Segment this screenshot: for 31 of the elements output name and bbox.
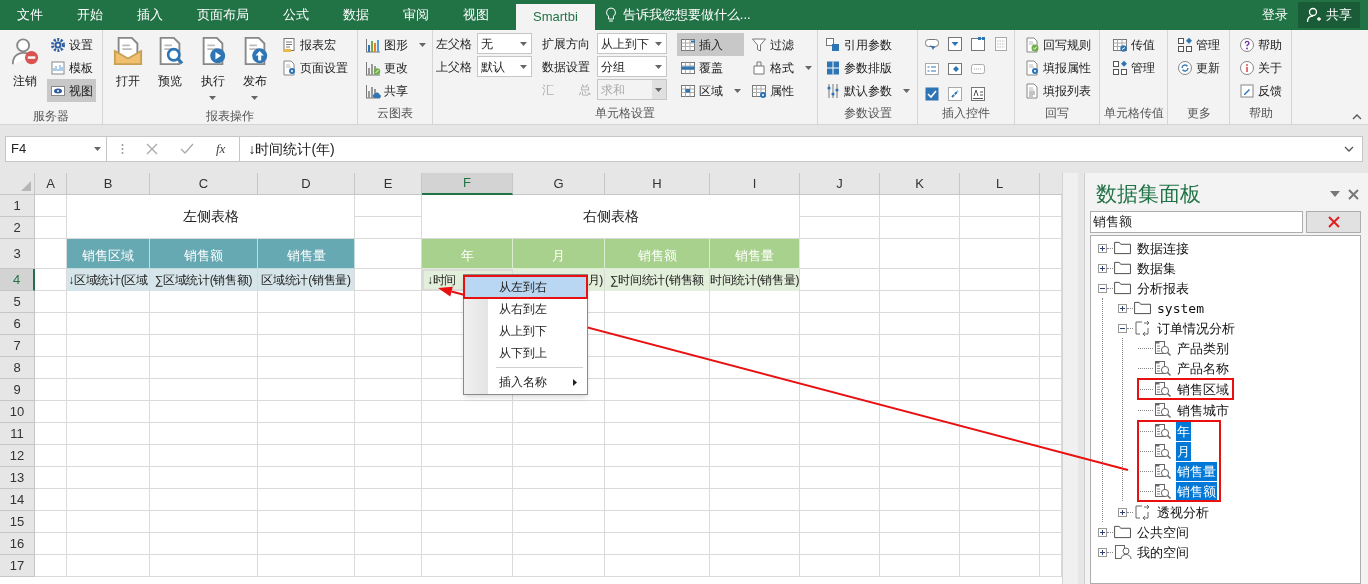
table-cell: ↓区域统计(区域 [67, 269, 150, 291]
field-label: 汇 总 [541, 81, 592, 99]
header-cell: 销售量 [258, 239, 355, 269]
dropdown-field: 求和 [596, 79, 667, 100]
table-cell: ∑区域统计(销售额) [150, 269, 258, 291]
field-label: 数据设置 [541, 58, 591, 76]
field-label: 左父格 [435, 35, 473, 53]
group-label: 云图表 [376, 105, 414, 122]
group-label: 回写 [1044, 105, 1070, 122]
group-label: 帮助 [1247, 105, 1274, 122]
panel-title: 数据集面板 [1095, 181, 1201, 208]
table-cell: ∑时间统计(销售额 [605, 269, 710, 291]
group-label: 报表操作 [205, 108, 255, 125]
table-title: 左侧表格 [67, 195, 355, 239]
group-label: 单元格传值 [1102, 105, 1165, 122]
header-cell: 销售额 [150, 239, 258, 269]
table-cell: 时间统计(销售量) [710, 269, 800, 291]
header-cell: 销售区域 [67, 239, 150, 269]
field-label: 扩展方向 [541, 35, 591, 53]
group-label: 参数设置 [842, 105, 893, 122]
group-label: 服务器 [32, 108, 70, 125]
header-cell: 销售额 [605, 239, 710, 269]
header-cell: 年 [422, 239, 513, 269]
header-cell: 销售量 [710, 239, 800, 269]
table-cell: 区域统计(销售量) [258, 269, 355, 291]
group-label: 更多 [1185, 105, 1212, 122]
group-label: 单元格设置 [594, 105, 656, 122]
header-cell: 月 [513, 239, 605, 269]
field-label: 上父格 [435, 58, 473, 76]
group-label: 插入控件 [941, 105, 991, 122]
table-title: 右侧表格 [422, 195, 800, 239]
